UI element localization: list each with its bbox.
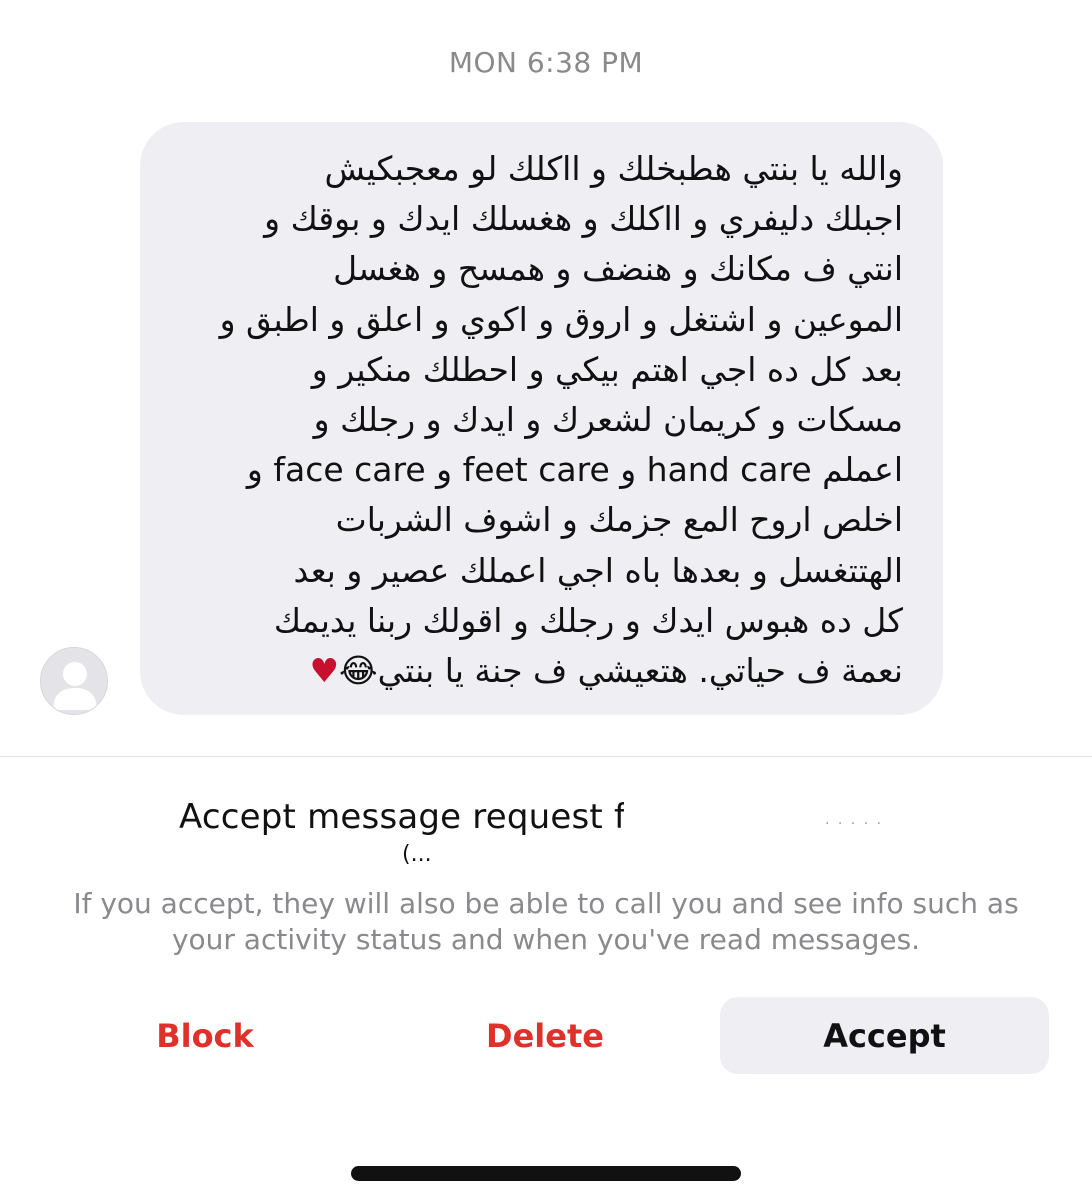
block-button[interactable]: Block <box>95 997 315 1074</box>
message-bubble[interactable]: والله يا بنتي هطبخلك و ااكلك لو معجبكيش … <box>140 122 943 715</box>
accept-button[interactable]: Accept <box>720 997 1049 1074</box>
sender-avatar-icon[interactable] <box>40 647 108 715</box>
redaction-dots: . . . . . <box>825 812 884 828</box>
heart-emoji-icon: ♥ <box>309 651 340 691</box>
home-indicator[interactable] <box>351 1166 741 1181</box>
message-body: والله يا بنتي هطبخلك و ااكلك لو معجبكيش … <box>219 149 903 691</box>
request-info-text: If you accept, they will also be able to… <box>73 887 1019 956</box>
redacted-fragment: (... <box>402 842 432 867</box>
section-divider <box>0 756 1092 757</box>
message-timestamp: MON 6:38 PM <box>448 46 644 79</box>
request-title: Accept message request frc <box>179 797 659 837</box>
message-text: والله يا بنتي هطبخلك و ااكلك لو معجبكيش … <box>168 144 903 696</box>
delete-button[interactable]: Delete <box>435 997 655 1074</box>
